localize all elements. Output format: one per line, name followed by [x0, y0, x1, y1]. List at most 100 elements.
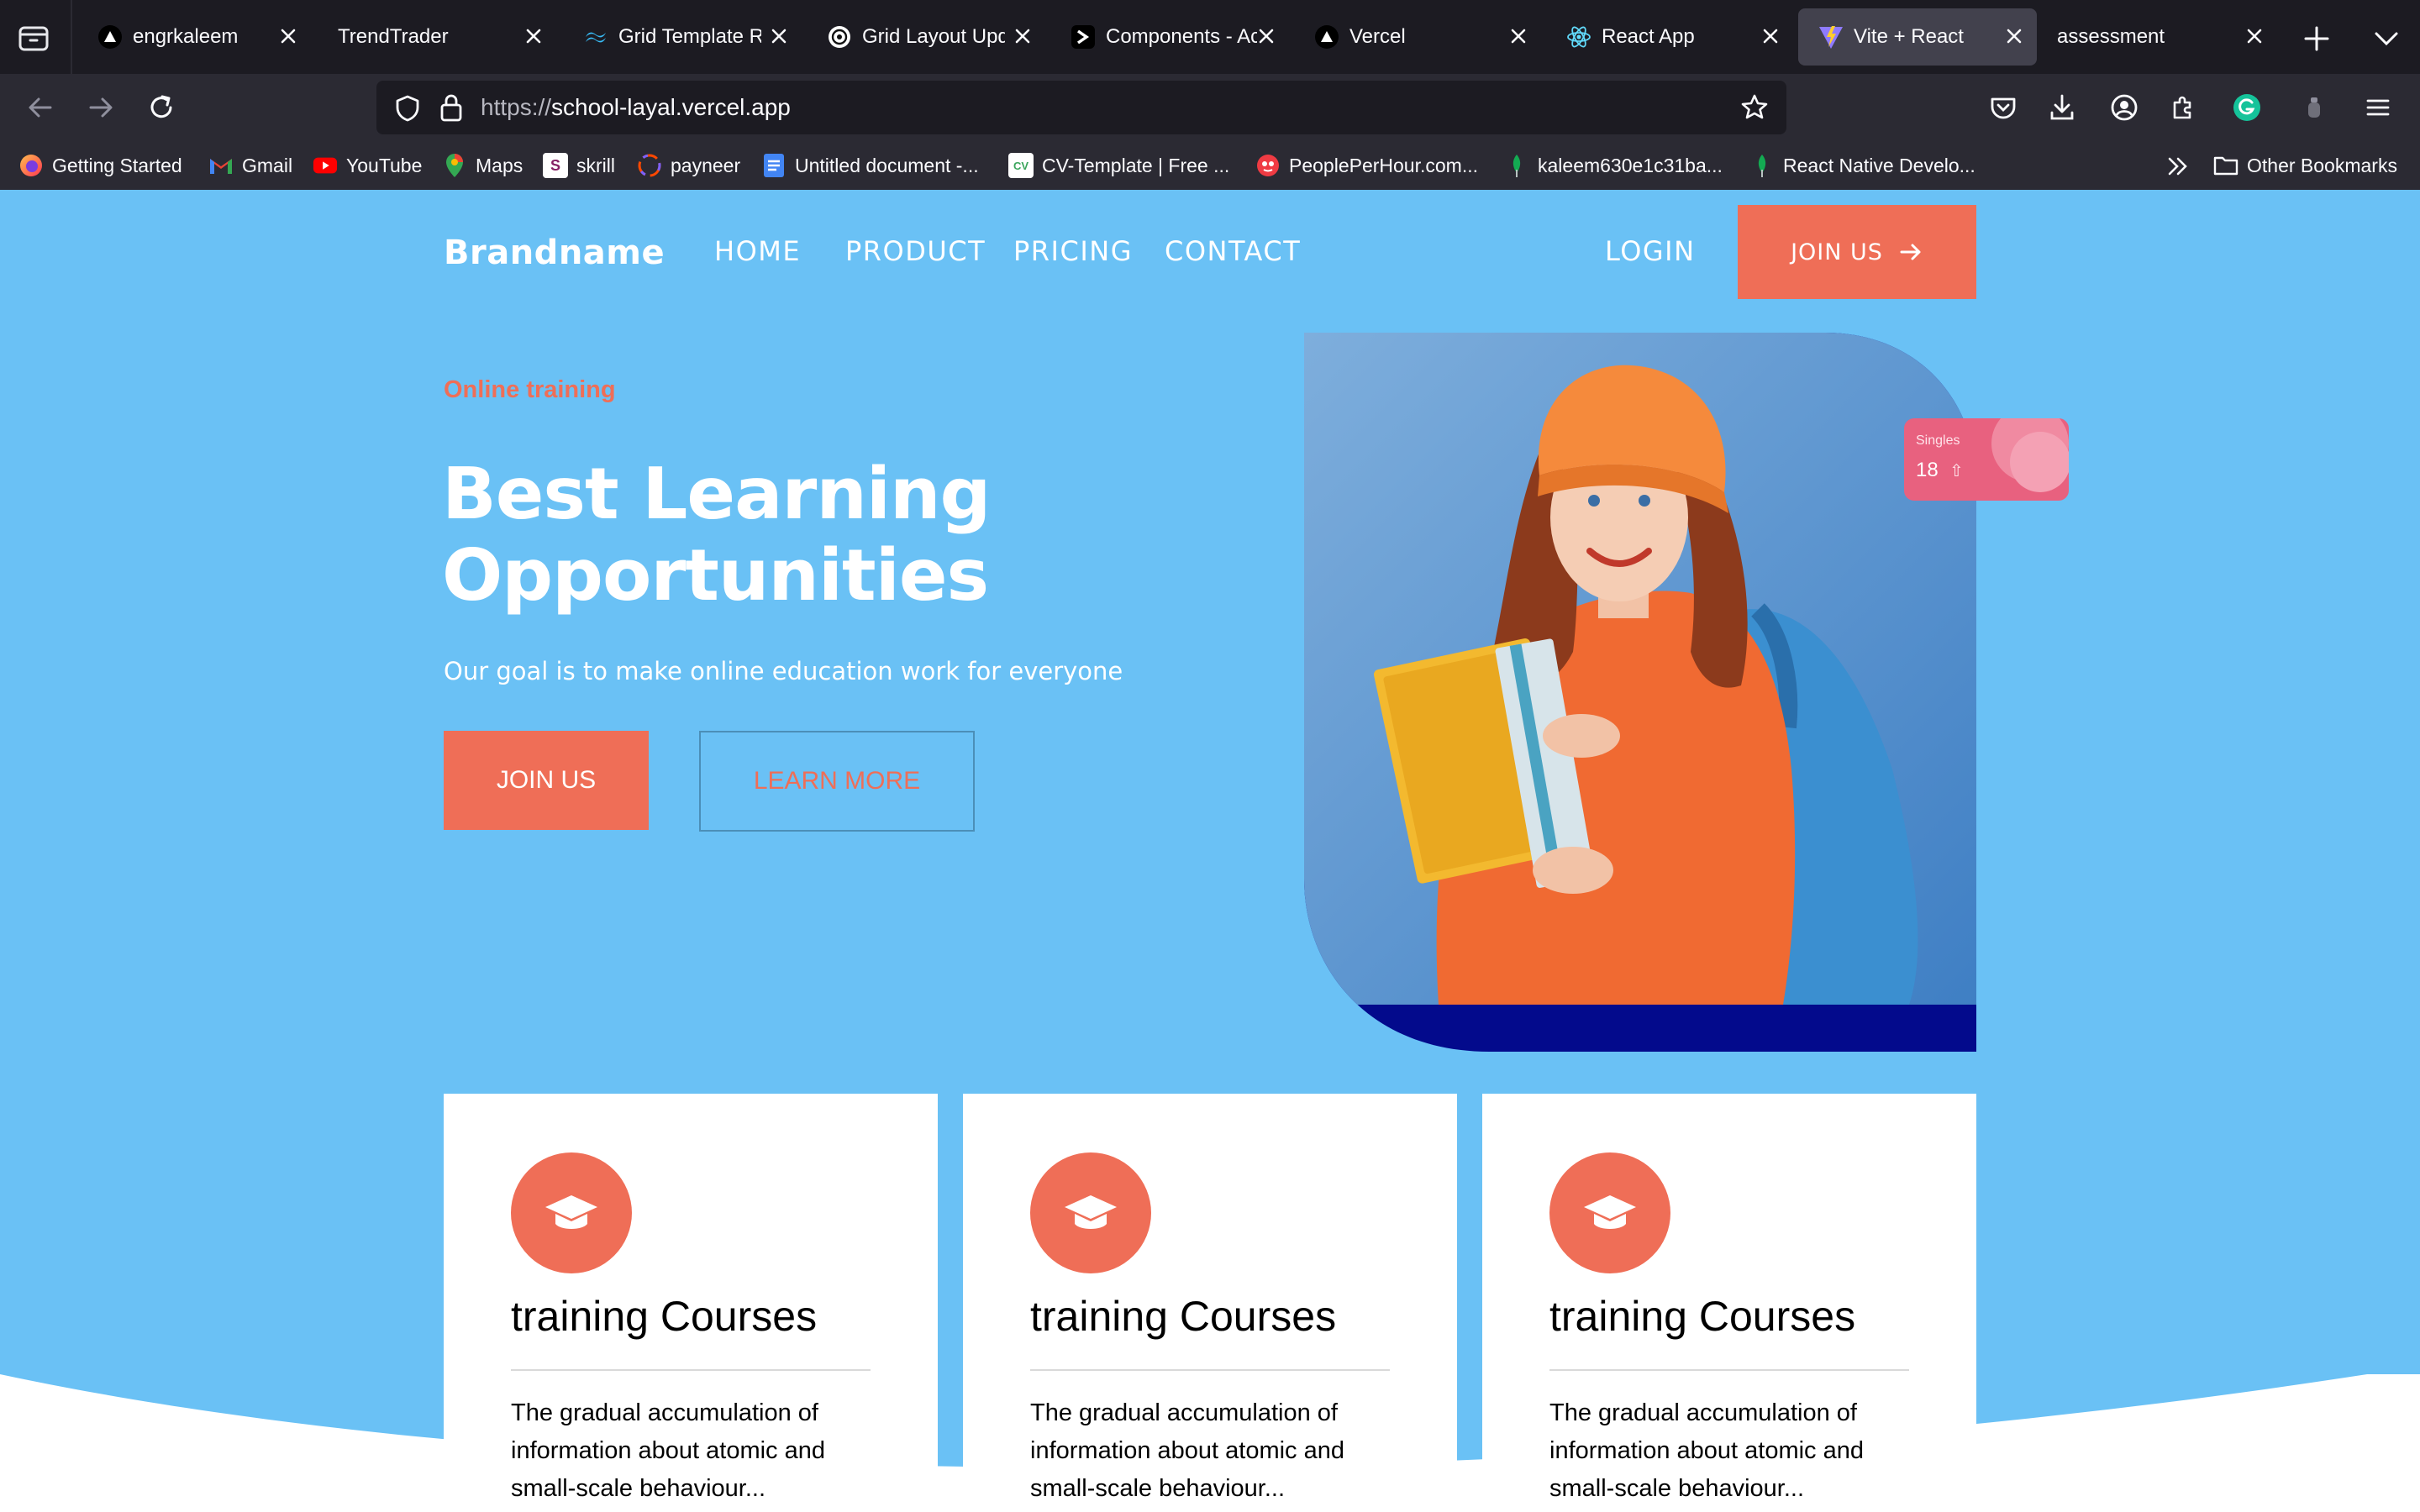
course-card-3[interactable]: training Courses The gradual accumulatio…	[1482, 1094, 1976, 1512]
arrow-up-icon: ⇧	[1949, 462, 1964, 480]
openai-icon	[825, 23, 854, 51]
tab-overview-icon[interactable]	[15, 20, 52, 57]
tab-components[interactable]: Components - Ac	[1050, 8, 1286, 66]
other-bookmarks-label: Other Bookmarks	[2247, 154, 2397, 176]
graduation-cap-icon	[511, 1152, 632, 1273]
back-arrow-icon[interactable]	[20, 87, 60, 128]
bookmark-label: CV-Template | Free ...	[1042, 154, 1230, 176]
graduation-cap-icon	[1549, 1152, 1670, 1273]
bookmark-peopleperhour[interactable]: PeoplePerHour.com...	[1255, 151, 1478, 180]
vercel-triangle-icon	[1313, 23, 1341, 51]
brand-logo[interactable]: Brandname	[444, 234, 665, 272]
youtube-icon	[313, 153, 338, 178]
nav-contact[interactable]: CONTACT	[1165, 235, 1301, 267]
bookmark-label: payneer	[671, 154, 741, 176]
close-icon[interactable]	[519, 22, 548, 50]
bookmark-label: Maps	[476, 154, 523, 176]
tab-vite-react[interactable]: Vite + React	[1798, 8, 2037, 66]
hero-title-line2: Opportunities	[442, 534, 989, 617]
course-card-2[interactable]: training Courses The gradual accumulatio…	[963, 1094, 1457, 1512]
hamburger-menu-icon[interactable]	[2360, 89, 2396, 126]
join-us-button[interactable]: JOIN US	[444, 731, 649, 830]
url-host: school-layal.vercel.app	[551, 94, 791, 120]
nav-product[interactable]: PRODUCT	[845, 235, 986, 267]
bookmark-label: Getting Started	[52, 154, 182, 176]
tab-grid-layout[interactable]: Grid Layout Upda	[807, 8, 1042, 66]
grammarly-icon[interactable]	[2228, 89, 2265, 126]
bookmark-getting-started[interactable]: Getting Started	[18, 151, 182, 180]
download-icon[interactable]	[2044, 89, 2081, 126]
tab-separator	[71, 0, 72, 74]
bookmark-untitled-document[interactable]: Untitled document -...	[761, 151, 979, 180]
tab-trendtrader[interactable]: TrendTrader	[319, 8, 555, 66]
close-icon[interactable]	[765, 22, 793, 50]
learn-more-button[interactable]: LEARN MORE	[699, 731, 975, 832]
tailwind-icon	[581, 23, 610, 51]
bookmark-maps[interactable]: Maps	[442, 151, 523, 180]
cv-icon: CV	[1008, 153, 1034, 178]
bookmark-skrill[interactable]: S skrill	[543, 151, 615, 180]
bookmark-youtube[interactable]: YouTube	[313, 151, 422, 180]
card-divider	[1549, 1369, 1909, 1371]
new-tab-plus-icon[interactable]	[2298, 20, 2335, 57]
card-divider	[1030, 1369, 1390, 1371]
pocket-icon[interactable]	[1985, 89, 2022, 126]
close-icon[interactable]	[1008, 22, 1037, 50]
navigation-toolbar: https://school-layal.vercel.app	[0, 74, 2420, 141]
mongodb-leaf-icon	[1504, 153, 1529, 178]
close-icon[interactable]	[2240, 22, 2269, 50]
tab-engrkaleem[interactable]: engrkaleem	[77, 8, 311, 66]
google-docs-icon	[761, 153, 786, 178]
tab-grid-template[interactable]: Grid Template Ro	[563, 8, 798, 66]
reload-icon[interactable]	[141, 87, 182, 128]
close-icon[interactable]	[274, 22, 302, 50]
join-us-header-label: JOIN US	[1791, 239, 1883, 265]
close-icon[interactable]	[1504, 22, 1533, 50]
extensions-icon[interactable]	[2165, 89, 2202, 126]
address-bar[interactable]: https://school-layal.vercel.app	[376, 81, 1786, 134]
arrow-right-icon	[1900, 244, 1921, 260]
skrill-icon: S	[543, 153, 568, 178]
tab-vercel[interactable]: Vercel	[1294, 8, 1538, 66]
extension-bottle-icon[interactable]	[2296, 89, 2333, 126]
url-scheme: https://	[481, 94, 552, 120]
account-icon[interactable]	[2106, 89, 2143, 126]
maps-pin-icon	[442, 153, 467, 178]
bookmark-star-icon[interactable]	[1739, 92, 1770, 123]
tab-label: Components - Ac	[1106, 26, 1257, 48]
bookmark-gmail[interactable]: Gmail	[208, 151, 292, 180]
bookmark-label: YouTube	[346, 154, 423, 176]
browser-window: engrkaleem TrendTrader Grid Template Ro …	[0, 0, 2420, 1512]
graduation-cap-icon	[1030, 1152, 1151, 1273]
nav-pricing[interactable]: PRICING	[1013, 235, 1133, 267]
login-link[interactable]: LOGIN	[1605, 235, 1696, 267]
course-card-1[interactable]: training Courses The gradual accumulatio…	[444, 1094, 938, 1512]
tab-assessment[interactable]: assessment	[2045, 8, 2281, 66]
tab-react-app[interactable]: React App	[1546, 8, 1790, 66]
url-text[interactable]: https://school-layal.vercel.app	[481, 95, 791, 120]
card-title: training Courses	[511, 1293, 818, 1340]
card-title: training Courses	[1549, 1293, 1856, 1340]
nav-home[interactable]: HOME	[714, 235, 801, 267]
forward-arrow-icon[interactable]	[81, 87, 121, 128]
bookmark-react-native[interactable]: React Native Develo...	[1749, 151, 1975, 180]
tab-label: engrkaleem	[133, 26, 239, 48]
close-icon[interactable]	[2000, 22, 2028, 50]
other-bookmarks[interactable]: Other Bookmarks	[2213, 151, 2397, 180]
chevron-double-right-icon[interactable]	[2163, 151, 2193, 181]
lock-icon[interactable]	[437, 92, 466, 123]
join-us-header-button[interactable]: JOIN US	[1738, 205, 1976, 299]
terminal-prompt-icon	[1069, 23, 1097, 51]
bookmark-kaleem[interactable]: kaleem630e1c31ba...	[1504, 151, 1723, 180]
bookmarks-bar: Getting Started Gmail YouTube Maps S skr…	[0, 141, 2420, 192]
singles-badge: Singles 18 ⇧	[1904, 418, 2069, 501]
shield-icon[interactable]	[393, 94, 422, 123]
tab-label: Grid Layout Upda	[862, 26, 1005, 48]
bookmark-payneer[interactable]: payneer	[637, 151, 740, 180]
bookmark-label: Gmail	[242, 154, 293, 176]
bookmark-cv-template[interactable]: CV CV-Template | Free ...	[1008, 151, 1229, 180]
card-text: The gradual accumulation of information …	[511, 1399, 825, 1502]
close-icon[interactable]	[1756, 22, 1785, 50]
close-icon[interactable]	[1252, 22, 1281, 50]
chevron-down-icon[interactable]	[2368, 20, 2405, 57]
